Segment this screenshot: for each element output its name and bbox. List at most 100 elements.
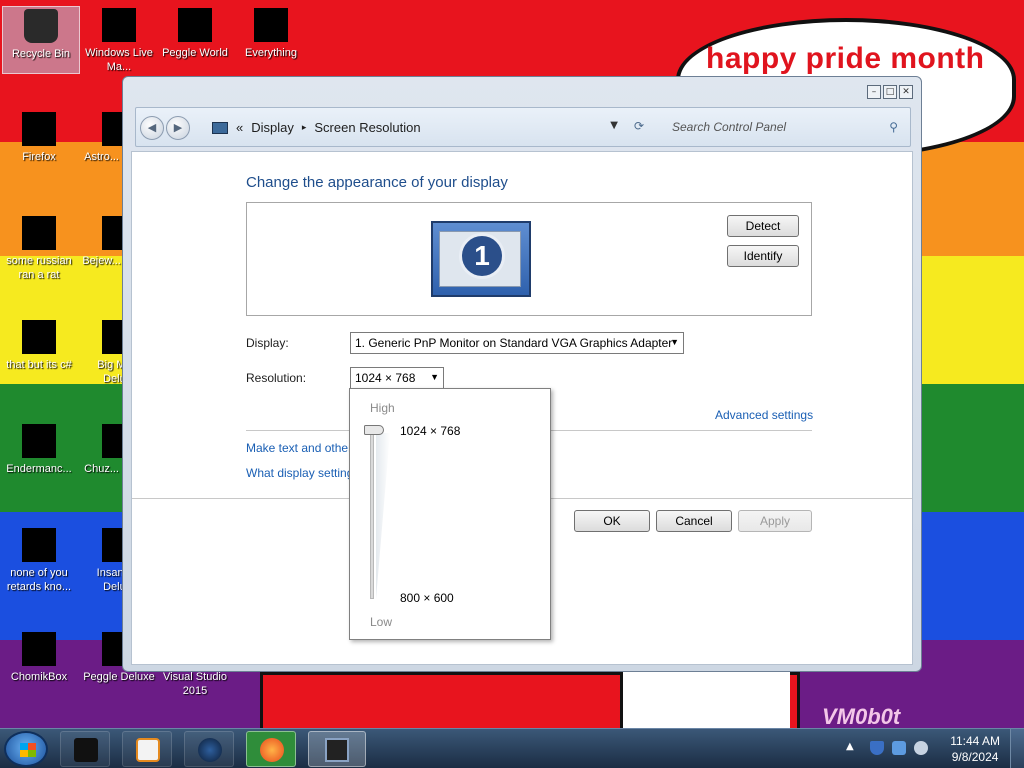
resolution-slider-thumb[interactable] <box>364 425 384 435</box>
address-dropdown-icon[interactable]: ▼ <box>610 120 618 131</box>
breadcrumb: « Display ▸ Screen Resolution <box>212 120 421 135</box>
clock-date: 9/8/2024 <box>951 750 999 764</box>
volume-icon[interactable] <box>914 741 928 755</box>
desktop-icon-chomikbox[interactable]: ChomikBox <box>0 632 78 684</box>
desktop-icon-label: Firefox <box>22 151 56 163</box>
search-input[interactable]: Search Control Panel ⚲ <box>666 116 902 140</box>
identify-button[interactable]: Identify <box>727 245 799 267</box>
system-tray: ▲ 11:44 AM 9/8/2024 <box>844 729 1024 768</box>
search-app-icon <box>254 8 288 42</box>
show-desktop-button[interactable] <box>1010 729 1024 768</box>
apply-button[interactable]: Apply <box>738 510 812 532</box>
app-icon <box>178 8 212 42</box>
detect-button[interactable]: Detect <box>727 215 799 237</box>
recycle-bin-icon <box>74 738 98 762</box>
minimize-icon[interactable]: – <box>867 85 881 99</box>
breadcrumb-overflow[interactable]: « <box>236 120 243 135</box>
desktop-icon-windows-live[interactable]: Windows Live Ma... <box>80 8 158 74</box>
ok-button[interactable]: OK <box>574 510 650 532</box>
display-preview: 1 Detect Identify <box>246 202 812 316</box>
maximize-icon[interactable]: □ <box>883 85 897 99</box>
desktop-icon-label: some russian ran a rat <box>6 255 72 281</box>
display-label: Display: <box>246 336 289 350</box>
desktop-icon-label: Peggle World <box>162 47 228 59</box>
monitor-icon[interactable]: 1 <box>431 221 531 297</box>
desktop-icon-label: that but its c# <box>6 359 72 371</box>
clock[interactable]: 11:44 AM 9/8/2024 <box>950 733 1000 765</box>
display-select-value: 1. Generic PnP Monitor on Standard VGA G… <box>355 336 673 350</box>
desktop-icon-label: Everything <box>245 47 297 59</box>
desktop-icon-peggle-world[interactable]: Peggle World <box>156 8 234 60</box>
drawn-figure-detail <box>620 672 790 728</box>
high-label: High <box>370 401 395 415</box>
cancel-button[interactable]: Cancel <box>656 510 732 532</box>
clock-time: 11:44 AM <box>950 734 1000 748</box>
breadcrumb-display[interactable]: Display <box>251 120 294 135</box>
advanced-settings-link[interactable]: Advanced settings <box>715 408 813 422</box>
taskbar-item-firefox[interactable] <box>246 731 296 767</box>
app-icon <box>22 528 56 562</box>
search-placeholder: Search Control Panel <box>672 120 787 134</box>
close-icon[interactable]: ✕ <box>899 85 913 99</box>
resolution-select-value: 1024 × 768 <box>355 371 416 385</box>
forward-button[interactable]: ▶ <box>166 116 190 140</box>
recycle-bin-icon <box>24 9 58 43</box>
desktop-icon-everything[interactable]: Everything <box>232 8 310 60</box>
resolution-label: Resolution: <box>246 371 307 385</box>
firefox-icon <box>22 112 56 146</box>
search-icon[interactable]: ⚲ <box>889 120 898 134</box>
page-title: Change the appearance of your display <box>246 174 508 191</box>
chevron-down-icon: ▼ <box>670 337 679 347</box>
desktop-icon-some-russian[interactable]: some russian ran a rat <box>0 216 78 282</box>
speech-bubble-text: happy pride month <box>706 42 985 75</box>
chomikbox-icon <box>22 632 56 666</box>
back-button[interactable]: ◀ <box>140 116 164 140</box>
firefox-icon <box>260 738 284 762</box>
low-label: Low <box>370 615 393 629</box>
tray-expand-icon[interactable]: ▲ <box>846 741 854 752</box>
desktop-icon-label: Endermanc... <box>6 463 72 475</box>
resolution-select[interactable]: 1024 × 768 ▼ <box>350 367 444 389</box>
desktop-icon-none-of-you[interactable]: none of you retards kno... <box>0 528 78 594</box>
resolution-slider-track[interactable] <box>370 429 374 599</box>
file-icon <box>22 320 56 354</box>
display-select[interactable]: 1. Generic PnP Monitor on Standard VGA G… <box>350 332 684 354</box>
desktop-icon-label: Recycle Bin <box>11 48 71 60</box>
refresh-icon[interactable]: ⟳ <box>634 119 644 133</box>
app-icon <box>102 8 136 42</box>
media-player-icon <box>136 738 160 762</box>
globe-icon <box>198 738 222 762</box>
display-settings-icon <box>325 738 349 762</box>
window-controls: – □ ✕ <box>867 85 913 99</box>
resolution-top-value: 1024 × 768 <box>400 424 461 438</box>
chevron-down-icon: ▼ <box>430 372 439 382</box>
display-settings-help-link[interactable]: What display setting <box>246 466 353 480</box>
monitor-number: 1 <box>459 233 505 279</box>
desktop-icon-label: ChomikBox <box>10 671 68 683</box>
breadcrumb-separator[interactable]: ▸ <box>302 122 307 133</box>
taskbar-item-control-panel[interactable] <box>308 731 366 767</box>
resolution-bottom-value: 800 × 600 <box>400 591 454 605</box>
windows-logo-icon <box>20 743 36 757</box>
display-icon <box>212 121 228 134</box>
address-bar: ◀ ▶ « Display ▸ Screen Resolution ▼ ⟳ Se… <box>135 107 911 147</box>
app-icon <box>22 424 56 458</box>
desktop-icon-label: Visual Studio 2015 <box>162 671 227 697</box>
text-size-link[interactable]: Make text and other <box>246 441 352 455</box>
shield-icon[interactable] <box>870 741 884 755</box>
start-button[interactable] <box>4 731 48 767</box>
desktop-icon-firefox[interactable]: Firefox <box>0 112 78 164</box>
network-icon[interactable] <box>892 741 906 755</box>
breadcrumb-screen-resolution[interactable]: Screen Resolution <box>314 120 420 135</box>
desktop-icon-recycle-bin[interactable]: Recycle Bin <box>2 6 80 74</box>
desktop-icon-label: Windows Live Ma... <box>85 47 153 73</box>
desktop-icon-label: none of you retards kno... <box>6 567 72 593</box>
watermark: VM0b0t <box>822 704 901 728</box>
taskbar-item-media-player[interactable] <box>122 731 172 767</box>
taskbar-item-recycle-bin[interactable] <box>60 731 110 767</box>
desktop-icon-endermanc[interactable]: Endermanc... <box>0 424 78 476</box>
desktop-icon-that-but-its-csharp[interactable]: that but its c# <box>0 320 78 372</box>
resolution-slider-popup: High 1024 × 768 800 × 600 Low <box>349 388 551 640</box>
taskbar-item-globe[interactable] <box>184 731 234 767</box>
taskbar: ▲ 11:44 AM 9/8/2024 <box>0 728 1024 768</box>
